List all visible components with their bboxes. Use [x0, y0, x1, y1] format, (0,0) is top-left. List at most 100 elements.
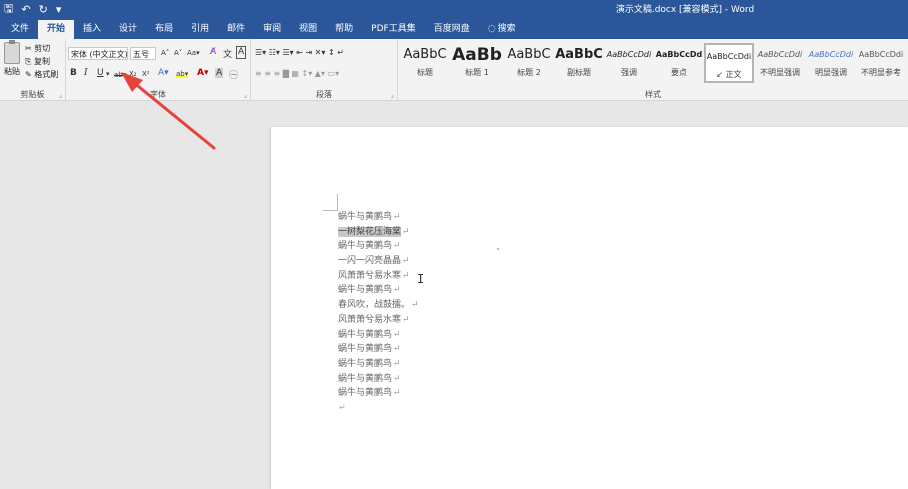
document-line[interactable]: 蜗牛与黄鹂鸟↵	[338, 210, 419, 225]
paragraph-launcher-icon[interactable]: ⌟	[391, 91, 394, 99]
document-line[interactable]: 蜗牛与黄鹂鸟↵	[338, 328, 419, 343]
font-launcher-icon[interactable]: ⌟	[244, 91, 247, 99]
tab-references[interactable]: 引用	[182, 20, 218, 39]
document-line-text: 蜗牛与黄鹂鸟	[338, 358, 393, 369]
document-line-text: 风萧萧兮易水寒	[338, 270, 402, 281]
style-intense-emphasis[interactable]: AaBbCcDdi 明显强调	[806, 43, 856, 83]
document-line[interactable]: 蜗牛与黄鹂鸟↵	[338, 386, 419, 401]
tab-mailings[interactable]: 邮件	[218, 20, 254, 39]
style-subtitle-name: 副标题	[567, 68, 591, 77]
bold-button[interactable]: B	[70, 68, 77, 78]
document-line[interactable]: 春风吹，战鼓擂。↵	[338, 298, 419, 313]
tab-design[interactable]: 设计	[110, 20, 146, 39]
document-page[interactable]: 蜗牛与黄鹂鸟↵ 一树梨花压海棠↵ 蜗牛与黄鹂鸟↵ 一闪一闪亮晶晶↵ 风萧萧兮易水寒↵ 蜗牛…	[271, 127, 908, 489]
text-effects-icon[interactable]: A▾	[158, 68, 169, 78]
font-name-select[interactable]: 宋体 (中文正文)	[68, 47, 128, 60]
style-heading-2[interactable]: AaBbC 标题 2	[504, 43, 554, 83]
document-line[interactable]: 一树梨花压海棠↵	[338, 225, 419, 240]
tab-search[interactable]: ◌ 搜索	[479, 20, 525, 39]
paragraph-mark: ↵	[402, 314, 410, 325]
style-heading-1-sample: AaBb	[452, 45, 502, 65]
document-body[interactable]: 蜗牛与黄鹂鸟↵ 一树梨花压海棠↵ 蜗牛与黄鹂鸟↵ 一闪一闪亮晶晶↵ 风萧萧兮易水寒↵ 蜗牛…	[338, 210, 419, 401]
style-heading-1[interactable]: AaBb 标题 1	[452, 43, 502, 83]
font-size-select[interactable]: 五号	[130, 47, 156, 60]
lightbulb-icon: ◌	[487, 24, 496, 34]
document-line[interactable]: 蜗牛与黄鹂鸟↵	[338, 283, 419, 298]
tab-file[interactable]: 文件	[2, 20, 38, 39]
document-line[interactable]: 风萧萧兮易水寒↵	[338, 313, 419, 328]
style-emphasis-sample: AaBbCcDdi	[606, 50, 652, 59]
character-shading-icon[interactable]: A	[215, 68, 224, 78]
tab-review[interactable]: 审阅	[254, 20, 290, 39]
style-emphasis[interactable]: AaBbCcDdi 强调	[604, 43, 654, 83]
clear-formatting-icon[interactable]: A̸	[210, 47, 216, 57]
cut-button[interactable]: ✂ 剪切	[25, 43, 50, 54]
highlight-color-icon[interactable]: ab▾	[176, 70, 189, 78]
end-paragraph-mark: ↵	[339, 403, 346, 412]
paste-button[interactable]: 粘贴	[2, 40, 22, 86]
tab-view[interactable]: 视图	[290, 20, 326, 39]
italic-button[interactable]: I	[84, 68, 88, 78]
paragraph-mark: ↵	[402, 226, 410, 237]
tab-pdf-tools[interactable]: PDF工具集	[362, 20, 425, 39]
style-strong-sample: AaBbCcDd	[655, 50, 703, 59]
phonetic-guide-icon[interactable]: 文	[223, 47, 232, 60]
style-heading-2-sample: AaBbC	[507, 47, 551, 62]
style-subtle-reference[interactable]: AaBbCcDdi 不明显参考	[856, 43, 906, 83]
style-subtle-reference-name: 不明显参考	[861, 68, 901, 77]
tab-insert[interactable]: 插入	[74, 20, 110, 39]
tab-home[interactable]: 开始	[38, 20, 75, 39]
tab-layout[interactable]: 布局	[146, 20, 182, 39]
style-title-name: 标题	[417, 68, 433, 77]
copy-button[interactable]: ⎘ 复制	[25, 56, 50, 67]
font-color-icon[interactable]: A▾	[197, 68, 208, 78]
strikethrough-button[interactable]: abc	[114, 71, 127, 79]
document-line-text: 蜗牛与黄鹂鸟	[338, 285, 393, 296]
margin-corner-mark	[323, 194, 338, 211]
paragraph-mark: ↵	[393, 285, 401, 296]
style-subtle-reference-sample: AaBbCcDdi	[858, 50, 904, 59]
document-line-text: 一树梨花压海棠	[338, 226, 402, 237]
customize-qat-icon[interactable]: ▾	[56, 3, 62, 16]
document-line[interactable]: 一闪一闪亮晶晶↵	[338, 254, 419, 269]
style-subtitle[interactable]: AaBbC 副标题	[554, 43, 604, 83]
change-case-icon[interactable]: Aa▾	[187, 49, 200, 57]
save-icon[interactable]: 🖫	[4, 0, 13, 19]
document-line[interactable]: 蜗牛与黄鹂鸟↵	[338, 239, 419, 254]
paragraph-mark: ↵	[393, 358, 401, 369]
style-strong[interactable]: AaBbCcDd 要点	[654, 43, 704, 83]
document-line-text: 蜗牛与黄鹂鸟	[338, 373, 393, 384]
undo-icon[interactable]: ↶	[21, 3, 30, 16]
document-line-text: 蜗牛与黄鹂鸟	[338, 388, 393, 399]
paragraph-row1-icons[interactable]: ☰▾ ☷▾ ☰▾ ⇤ ⇥ ✕▾ ↕ ↵	[255, 48, 344, 57]
format-painter-button[interactable]: ✎ 格式刷	[25, 69, 58, 80]
tab-baidu-netdisk[interactable]: 百度网盘	[425, 20, 479, 39]
style-subtle-emphasis[interactable]: AaBbCcDdi 不明显强调	[754, 43, 806, 83]
grow-font-icon[interactable]: A˄	[161, 49, 169, 57]
underline-dropdown-icon[interactable]: ▾	[106, 70, 110, 78]
style-title[interactable]: AaBbC 标题	[400, 43, 450, 83]
selected-check-icon: ↙	[716, 70, 724, 79]
search-tab-label: 搜索	[497, 24, 516, 34]
style-normal[interactable]: AaBbCcDdi ↙ 正文	[704, 43, 754, 83]
style-title-sample: AaBbC	[403, 47, 447, 62]
paste-label: 粘贴	[4, 67, 20, 76]
underline-button[interactable]: U	[97, 68, 104, 78]
tab-help[interactable]: 帮助	[326, 20, 362, 39]
redo-icon[interactable]: ↻	[39, 3, 48, 16]
enclose-characters-icon[interactable]: ㊀	[229, 68, 238, 81]
shrink-font-icon[interactable]: A˅	[174, 49, 182, 57]
character-border-icon[interactable]: A	[236, 46, 247, 59]
subscript-button[interactable]: X₂	[129, 70, 137, 78]
style-intense-emphasis-name: 明显强调	[815, 68, 847, 77]
document-line[interactable]: 蜗牛与黄鹂鸟↵	[338, 372, 419, 387]
superscript-button[interactable]: X²	[142, 70, 150, 78]
font-group-label: 字体	[150, 90, 166, 99]
text-cursor-icon: I	[417, 272, 425, 286]
document-line[interactable]: 风萧萧兮易水寒↵	[338, 269, 419, 284]
document-line[interactable]: 蜗牛与黄鹂鸟↵	[338, 342, 419, 357]
clipboard-launcher-icon[interactable]: ⌟	[59, 91, 62, 99]
document-line[interactable]: 蜗牛与黄鹂鸟↵	[338, 357, 419, 372]
paragraph-row2-icons[interactable]: ≡ ≡ ≡ ▇ ▦ ↕▾ ▲▾ ▭▾	[255, 69, 339, 78]
document-line-text: 蜗牛与黄鹂鸟	[338, 329, 393, 340]
